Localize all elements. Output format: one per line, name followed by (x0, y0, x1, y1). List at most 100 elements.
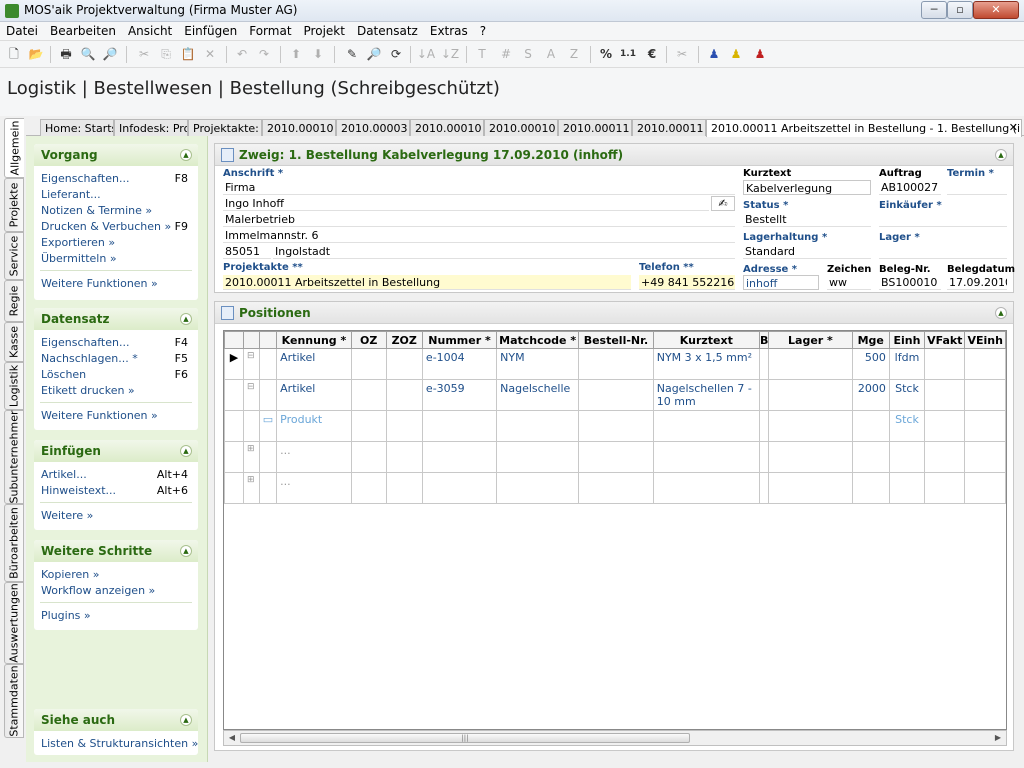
cell-veinh[interactable] (964, 472, 1006, 504)
cell-zoz[interactable] (385, 410, 423, 442)
cell-kurztext[interactable]: NYM 3 x 1,5 mm² (652, 348, 760, 380)
vorgang-lieferant[interactable]: Lieferant... (34, 186, 198, 202)
collapse-icon[interactable]: ▲ (995, 307, 1007, 319)
cell-kennung[interactable]: ... (276, 472, 352, 504)
z-icon[interactable]: Z (564, 45, 584, 63)
group-einfuegen-header[interactable]: Einfügen ▲ (34, 440, 198, 462)
doctab-infodesk[interactable]: Infodesk: Projekte (114, 119, 188, 136)
plugin-blue-icon[interactable]: ♟ (704, 45, 724, 63)
open-icon[interactable]: 📂 (26, 45, 46, 63)
table-row[interactable]: ▭ Produkt Stck (224, 410, 1006, 442)
cell-mge[interactable] (851, 441, 890, 473)
preview-icon[interactable]: 🔍 (78, 45, 98, 63)
anschrift-line-1[interactable]: Firma (223, 180, 735, 195)
menu-datensatz[interactable]: Datensatz (351, 22, 424, 38)
cell-vfakt[interactable] (924, 472, 966, 504)
delete-icon[interactable]: ✕ (200, 45, 220, 63)
termin-field[interactable] (947, 180, 1007, 195)
sort-asc-icon[interactable]: ↓A (416, 45, 436, 63)
cell-lager[interactable] (768, 472, 853, 504)
lagerhaltung-field[interactable]: Standard (743, 244, 871, 259)
ort-field[interactable]: Ingolstadt (273, 244, 735, 259)
col-kurztext[interactable]: Kurztext (652, 331, 760, 349)
horizontal-scrollbar[interactable]: ◀ ||| ▶ (223, 730, 1007, 746)
cell-zoz[interactable] (385, 472, 423, 504)
search-icon[interactable]: 🔎 (364, 45, 384, 63)
cell-mge[interactable] (851, 410, 890, 442)
plugin-red-icon[interactable]: ♟ (750, 45, 770, 63)
vtab-allgemein[interactable]: Allgemein (4, 118, 24, 178)
maximize-button[interactable]: ▫ (947, 1, 973, 19)
cell-kennung[interactable]: Artikel (276, 379, 352, 411)
cell-kennung[interactable]: Produkt (276, 410, 352, 442)
lager-field[interactable] (879, 244, 1007, 259)
tree-collapse-icon[interactable]: ⊟ (243, 379, 260, 411)
cell-veinh[interactable] (964, 379, 1006, 411)
plz-field[interactable]: 85051 (223, 244, 271, 259)
collapse-icon[interactable]: ▲ (180, 445, 192, 457)
datensatz-nachschlagen[interactable]: Nachschlagen... * F5 (34, 350, 198, 366)
cell-bestellnr[interactable] (578, 441, 654, 473)
percent-icon[interactable]: % (596, 45, 616, 63)
col-veinh[interactable]: VEinh (964, 331, 1006, 349)
doctab-active[interactable]: 2010.00011 Arbeitszettel in Bestellung -… (706, 119, 1022, 137)
vtab-service[interactable]: Service (4, 232, 24, 280)
vtab-kasse[interactable]: Kasse (4, 322, 24, 362)
cell-einh[interactable] (888, 441, 926, 473)
euro-icon[interactable]: € (642, 45, 662, 63)
kurztext-field[interactable]: Kabelverlegung (743, 180, 871, 195)
cell-vfakt[interactable] (924, 348, 966, 380)
cell-oz[interactable] (350, 379, 387, 411)
einkaeufer-field[interactable] (879, 212, 1007, 227)
cell-zoz[interactable] (385, 379, 423, 411)
cell-mge[interactable]: 500 (851, 348, 890, 380)
redo-icon[interactable]: ↷ (254, 45, 274, 63)
tree-collapse-icon[interactable]: ⊟ (243, 348, 260, 380)
doctab-bestellung-6[interactable]: 2010.00011 Bestellung (632, 119, 706, 136)
vorgang-exportieren[interactable]: Exportieren » (34, 234, 198, 250)
vtab-logistik[interactable]: Logistik (4, 362, 24, 410)
cell-matchcode[interactable]: Nagelschelle (496, 379, 580, 411)
col-mge[interactable]: Mge (851, 331, 890, 349)
print-icon[interactable]: 🖶 (56, 45, 76, 63)
col-matchcode[interactable]: Matchcode * (496, 331, 580, 349)
scroll-thumb[interactable]: ||| (240, 733, 690, 743)
cell-nummer[interactable] (421, 441, 498, 473)
cell-vfakt[interactable] (924, 441, 966, 473)
col-einh[interactable]: Einh (888, 331, 926, 349)
sort-desc-icon[interactable]: ↓Z (440, 45, 460, 63)
menu-help[interactable]: ? (474, 22, 492, 38)
cell-matchcode[interactable]: NYM (496, 348, 580, 380)
numbering-icon[interactable]: 1.1 (618, 45, 638, 63)
cell-nummer[interactable] (421, 472, 498, 504)
schritte-kopieren[interactable]: Kopieren » (34, 566, 198, 582)
cell-einh[interactable] (888, 472, 926, 504)
cell-b[interactable] (758, 379, 770, 411)
refresh-icon[interactable]: ⟳ (386, 45, 406, 63)
doctab-bestellung-5[interactable]: 2010.00011 Bestellung (558, 119, 632, 136)
positions-grid[interactable]: Kennung * OZ ZOZ Nummer * Matchcode * Be… (223, 330, 1007, 730)
scroll-left-icon[interactable]: ◀ (225, 732, 239, 744)
menu-format[interactable]: Format (243, 22, 297, 38)
col-lager[interactable]: Lager * (768, 331, 853, 349)
cell-lager[interactable] (768, 441, 853, 473)
telefon-field[interactable]: +49 841 552216 (639, 275, 735, 290)
schritte-workflow[interactable]: Workflow anzeigen » (34, 582, 198, 598)
menu-einfuegen[interactable]: Einfügen (178, 22, 243, 38)
minimize-button[interactable]: ─ (921, 1, 947, 19)
anschrift-line-4[interactable]: Immelmannstr. 6 (223, 228, 735, 243)
cell-kurztext[interactable] (652, 410, 760, 442)
menu-projekt[interactable]: Projekt (298, 22, 351, 38)
plugin-yellow-icon[interactable]: ♟ (726, 45, 746, 63)
new-icon[interactable]: 🗋 (4, 45, 24, 63)
collapse-icon[interactable]: ▲ (995, 149, 1007, 161)
datensatz-weitere-funktionen[interactable]: Weitere Funktionen » (34, 407, 198, 423)
cell-kennung[interactable]: Artikel (276, 348, 352, 380)
cell-veinh[interactable] (964, 348, 1006, 380)
cell-bestellnr[interactable] (578, 379, 654, 411)
cell-vfakt[interactable] (924, 410, 966, 442)
col-zoz[interactable]: ZOZ (385, 331, 423, 349)
anschrift-line-2[interactable]: Ingo Inhoff (223, 196, 709, 211)
cell-einh[interactable]: Stck (888, 379, 926, 411)
projektakte-field[interactable]: 2010.00011 Arbeitszettel in Bestellung (223, 275, 631, 290)
